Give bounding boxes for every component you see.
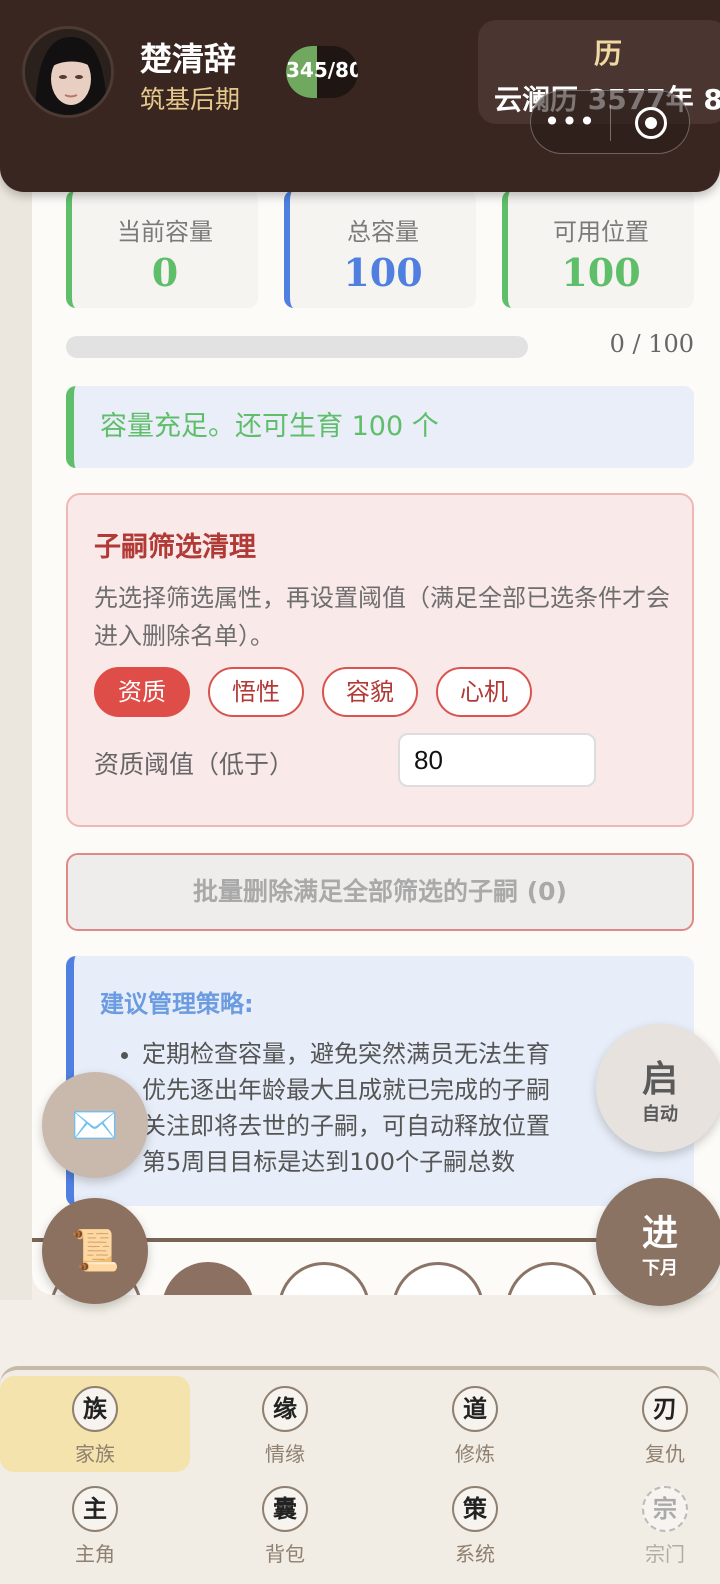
cultivation-icon: 道: [452, 1386, 498, 1432]
tip-item: 定期检查容量，避免突然满员无法生育: [142, 1036, 550, 1072]
next-month-label: 下月: [642, 1258, 678, 1279]
nav-label: 修炼: [455, 1442, 495, 1466]
current-capacity-card: 当前容量 0: [66, 190, 258, 308]
player-realm: 筑基后期: [140, 85, 241, 114]
revenge-icon: 刃: [642, 1386, 688, 1432]
nav-item-protagonist[interactable]: 主 主角: [0, 1476, 190, 1572]
mail-button[interactable]: ✉️: [42, 1072, 148, 1178]
mail-icon: ✉️: [71, 1103, 119, 1147]
child-slot[interactable]: [162, 1262, 254, 1295]
nav-item-cultivation[interactable]: 道 修炼: [380, 1376, 570, 1472]
next-month-button[interactable]: 进 下月: [596, 1178, 720, 1306]
family-icon: 族: [72, 1386, 118, 1432]
nav-label: 宗门: [645, 1542, 685, 1566]
filter-description: 先选择筛选属性，再设置阈值（满足全部已选条件才会进入删除名单）。: [94, 584, 670, 650]
filter-title: 子嗣筛选清理: [94, 532, 256, 563]
batch-delete-button[interactable]: 批量删除满足全部筛选的子嗣 (0): [66, 853, 694, 931]
child-slot[interactable]: [278, 1262, 370, 1295]
scroll-button[interactable]: 📜: [42, 1198, 148, 1304]
top-header: 楚清辞 筑基后期 345/800 历 云澜历 3577年 8月 •••: [0, 0, 720, 192]
filter-chips: 资质 悟性 容貌 心机: [94, 667, 532, 717]
capsule-separator: [610, 105, 611, 141]
filter-panel: 子嗣筛选清理 先选择筛选属性，再设置阈值（满足全部已选条件才会进入删除名单）。 …: [66, 493, 694, 827]
nav-label: 主角: [75, 1542, 115, 1566]
available-slots-value: 100: [561, 250, 641, 295]
current-capacity-label: 当前容量: [117, 218, 213, 246]
chip-appearance[interactable]: 容貌: [322, 667, 418, 717]
capacity-progress-text: 0 / 100: [609, 330, 694, 358]
threshold-input[interactable]: [398, 733, 596, 787]
romance-icon: 缘: [262, 1386, 308, 1432]
nav-item-revenge[interactable]: 刃 复仇: [570, 1376, 720, 1472]
hp-pill: 345/800: [286, 46, 358, 98]
hp-text: 345/800: [286, 58, 358, 82]
bottom-nav: 族 家族 缘 情缘 道 修炼 刃 复仇 主 主角 囊 背包 策 系统 宗 宗门: [0, 1366, 720, 1584]
miniprogram-capsule: •••: [530, 90, 690, 154]
available-slots-label: 可用位置: [553, 218, 649, 246]
capacity-notice: 容量充足。还可生育 100 个: [66, 386, 694, 468]
nav-item-system[interactable]: 策 系统: [380, 1476, 570, 1572]
tip-item: 第5周目目标是达到100个子嗣总数: [142, 1144, 550, 1180]
nav-item-family[interactable]: 族 家族: [0, 1376, 190, 1472]
scroll-icon: 📜: [70, 1228, 120, 1274]
close-target-icon[interactable]: [635, 107, 667, 139]
nav-label: 复仇: [645, 1442, 685, 1466]
chip-comprehension[interactable]: 悟性: [208, 667, 304, 717]
protagonist-icon: 主: [72, 1486, 118, 1532]
tips-title: 建议管理策略:: [100, 990, 254, 1018]
total-capacity-value: 100: [343, 250, 423, 295]
child-slot[interactable]: [506, 1262, 598, 1295]
tips-list: 定期检查容量，避免突然满员无法生育 优先逐出年龄最大且成就已完成的子嗣 关注即将…: [118, 1036, 550, 1180]
nav-label: 家族: [75, 1442, 115, 1466]
current-capacity-value: 0: [151, 250, 179, 295]
chip-aptitude[interactable]: 资质: [94, 667, 190, 717]
left-strip: [0, 0, 32, 1300]
nav-label: 系统: [455, 1542, 495, 1566]
tip-item: 关注即将去世的子嗣，可自动释放位置: [142, 1108, 550, 1144]
sect-icon: 宗: [642, 1486, 688, 1532]
auto-button-char: 启: [641, 1059, 678, 1100]
calendar-title: 历: [593, 37, 622, 70]
child-slot[interactable]: [392, 1262, 484, 1295]
tip-item: 优先逐出年龄最大且成就已完成的子嗣: [142, 1072, 550, 1108]
total-capacity-card: 总容量 100: [284, 190, 476, 308]
auto-button[interactable]: 启 自动: [596, 1024, 720, 1152]
nav-label: 情缘: [265, 1442, 305, 1466]
player-name: 楚清辞: [140, 40, 237, 78]
nav-item-sect[interactable]: 宗 宗门: [570, 1476, 720, 1572]
threshold-label: 资质阈值（低于）: [94, 750, 295, 779]
nav-item-bag[interactable]: 囊 背包: [190, 1476, 380, 1572]
capacity-progress-bar: [66, 336, 528, 358]
system-icon: 策: [452, 1486, 498, 1532]
chip-scheming[interactable]: 心机: [436, 667, 532, 717]
bag-icon: 囊: [262, 1486, 308, 1532]
avatar-portrait: [25, 29, 111, 115]
available-slots-card: 可用位置 100: [502, 190, 694, 308]
nav-item-romance[interactable]: 缘 情缘: [190, 1376, 380, 1472]
more-dots-icon[interactable]: •••: [531, 105, 609, 138]
avatar[interactable]: [22, 26, 114, 118]
next-month-char: 进: [641, 1213, 678, 1254]
auto-button-label: 自动: [642, 1104, 678, 1125]
nav-label: 背包: [265, 1542, 305, 1566]
total-capacity-label: 总容量: [347, 218, 419, 246]
